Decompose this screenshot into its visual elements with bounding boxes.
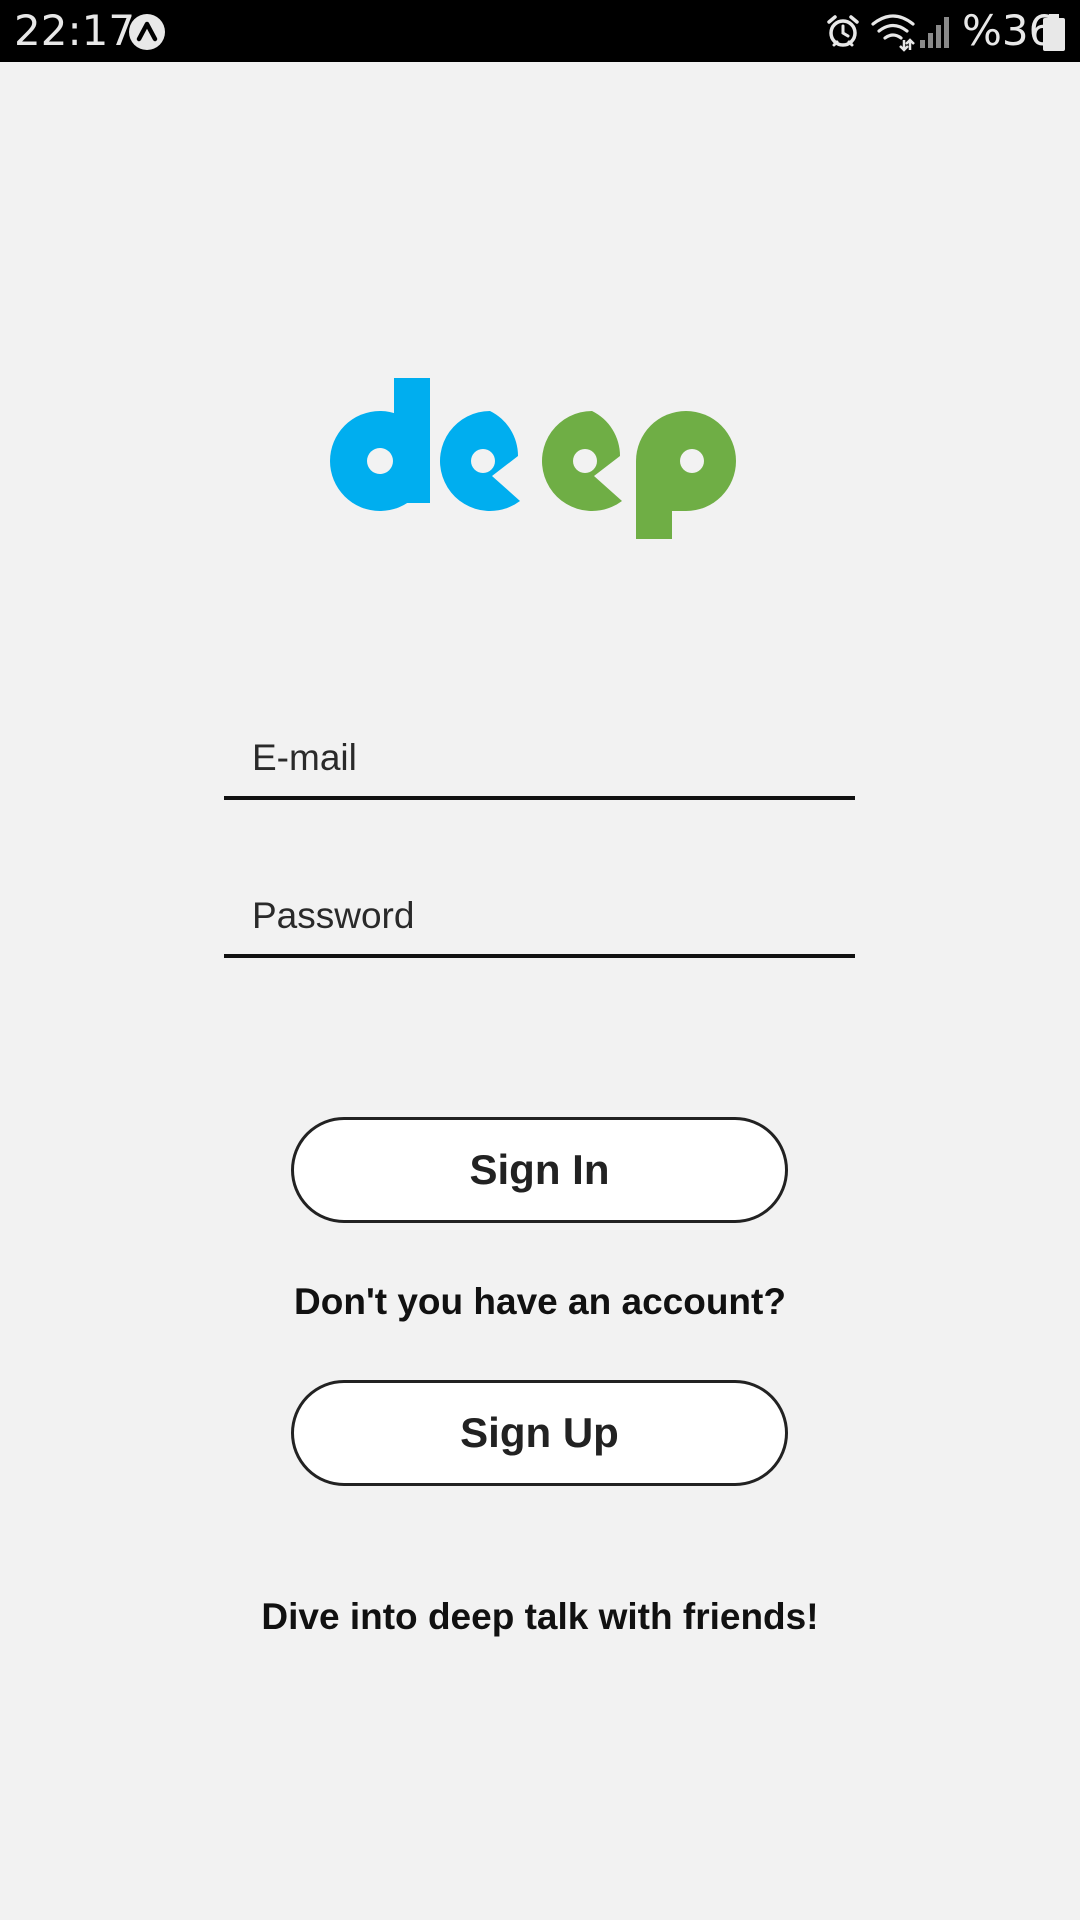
email-input[interactable] [224,720,855,796]
sign-in-button[interactable]: Sign In [291,1117,788,1223]
password-input[interactable] [224,878,855,954]
wifi-icon [871,14,915,52]
status-time: 22:17 [14,6,136,55]
tagline: Dive into deep talk with friends! [261,1596,819,1637]
alarm-icon [827,15,859,47]
sign-up-button[interactable]: Sign Up [291,1380,788,1486]
battery-icon [1043,14,1065,51]
signal-icon [920,17,949,48]
deep-logo [330,378,736,539]
app-notification-icon [129,14,165,50]
sign-in-label: Sign In [469,1146,610,1193]
sign-up-label: Sign Up [460,1409,619,1456]
status-bar: 22:17 %36 [0,0,1080,62]
password-field [224,878,855,958]
no-account-text: Don't you have an account? [294,1281,786,1322]
email-field [224,720,855,800]
